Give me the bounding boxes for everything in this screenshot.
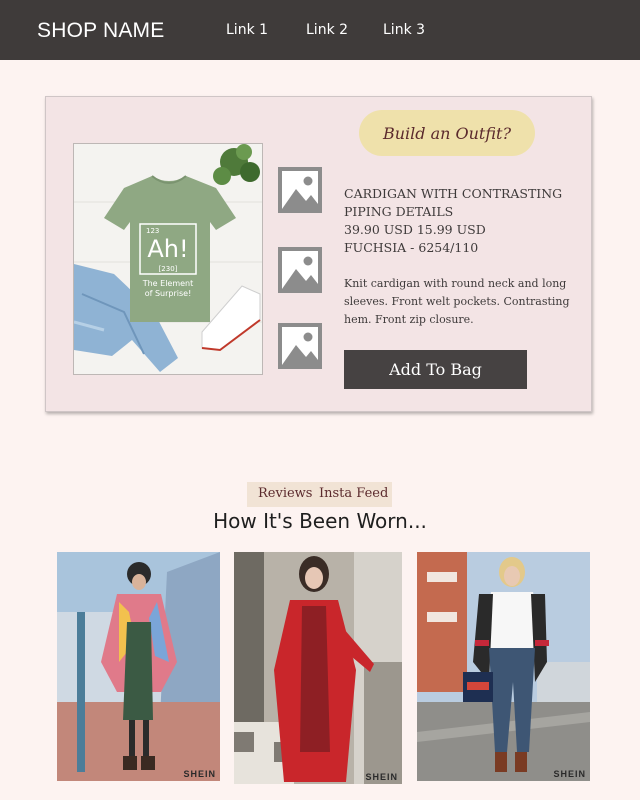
top-nav: SHOP NAME Link 1 Link 2 Link 3 xyxy=(0,0,640,60)
section-title: How It's Been Worn... xyxy=(213,509,427,533)
tshirt-flatlay-illustration: 123 Ah! [230] The Element of Surprise! xyxy=(74,144,262,374)
product-title-line-2: PIPING DETAILS xyxy=(344,204,454,219)
add-to-bag-button[interactable]: Add To Bag xyxy=(344,350,527,389)
tshirt-caption-2: of Surprise! xyxy=(145,289,192,298)
tab-insta-feed[interactable]: Insta Feed xyxy=(319,486,388,501)
build-outfit-button[interactable]: Build an Outfit? xyxy=(359,110,535,156)
tshirt-atomic-number: 123 xyxy=(146,227,159,235)
product-thumbnail-3[interactable] xyxy=(278,323,322,369)
brand-watermark: SHEIN xyxy=(183,769,216,779)
product-main-image[interactable]: 123 Ah! [230] The Element of Surprise! xyxy=(73,143,263,375)
outfit-photo-red-coat xyxy=(234,552,402,784)
product-title-line-1: CARDIGAN WITH CONTRASTING xyxy=(344,186,563,201)
image-placeholder-icon xyxy=(278,247,322,293)
product-thumbnail-2[interactable] xyxy=(278,247,322,293)
product-description: Knit cardigan with round neck and long s… xyxy=(344,277,570,326)
social-tabs: Reviews Insta Feed xyxy=(247,482,392,507)
nav-link-2[interactable]: Link 2 xyxy=(306,22,348,38)
worn-photo-2[interactable]: SHEIN xyxy=(234,552,402,784)
image-placeholder-icon xyxy=(278,167,322,213)
brand-watermark: SHEIN xyxy=(553,769,586,779)
nav-link-1[interactable]: Link 1 xyxy=(226,22,268,38)
worn-photo-3[interactable]: SHEIN xyxy=(417,552,590,781)
tab-reviews[interactable]: Reviews xyxy=(258,486,312,501)
product-thumbnail-1[interactable] xyxy=(278,167,322,213)
outfit-photo-cardigan-jeans xyxy=(417,552,590,781)
worn-photo-1[interactable]: SHEIN xyxy=(57,552,220,781)
brand-watermark: SHEIN xyxy=(365,772,398,782)
tshirt-caption-1: The Element xyxy=(142,279,194,288)
tshirt-mass: [230] xyxy=(159,265,178,273)
tshirt-symbol: Ah! xyxy=(147,235,188,263)
product-card: 123 Ah! [230] The Element of Surprise! B… xyxy=(45,96,592,412)
shop-name-logo[interactable]: SHOP NAME xyxy=(37,19,164,43)
product-color-code: FUCHSIA - 6254/110 xyxy=(344,240,479,255)
product-price: 39.90 USD 15.99 USD xyxy=(344,222,486,237)
image-placeholder-icon xyxy=(278,323,322,369)
nav-link-3[interactable]: Link 3 xyxy=(383,22,425,38)
outfit-photo-colorful-coat xyxy=(57,552,220,781)
